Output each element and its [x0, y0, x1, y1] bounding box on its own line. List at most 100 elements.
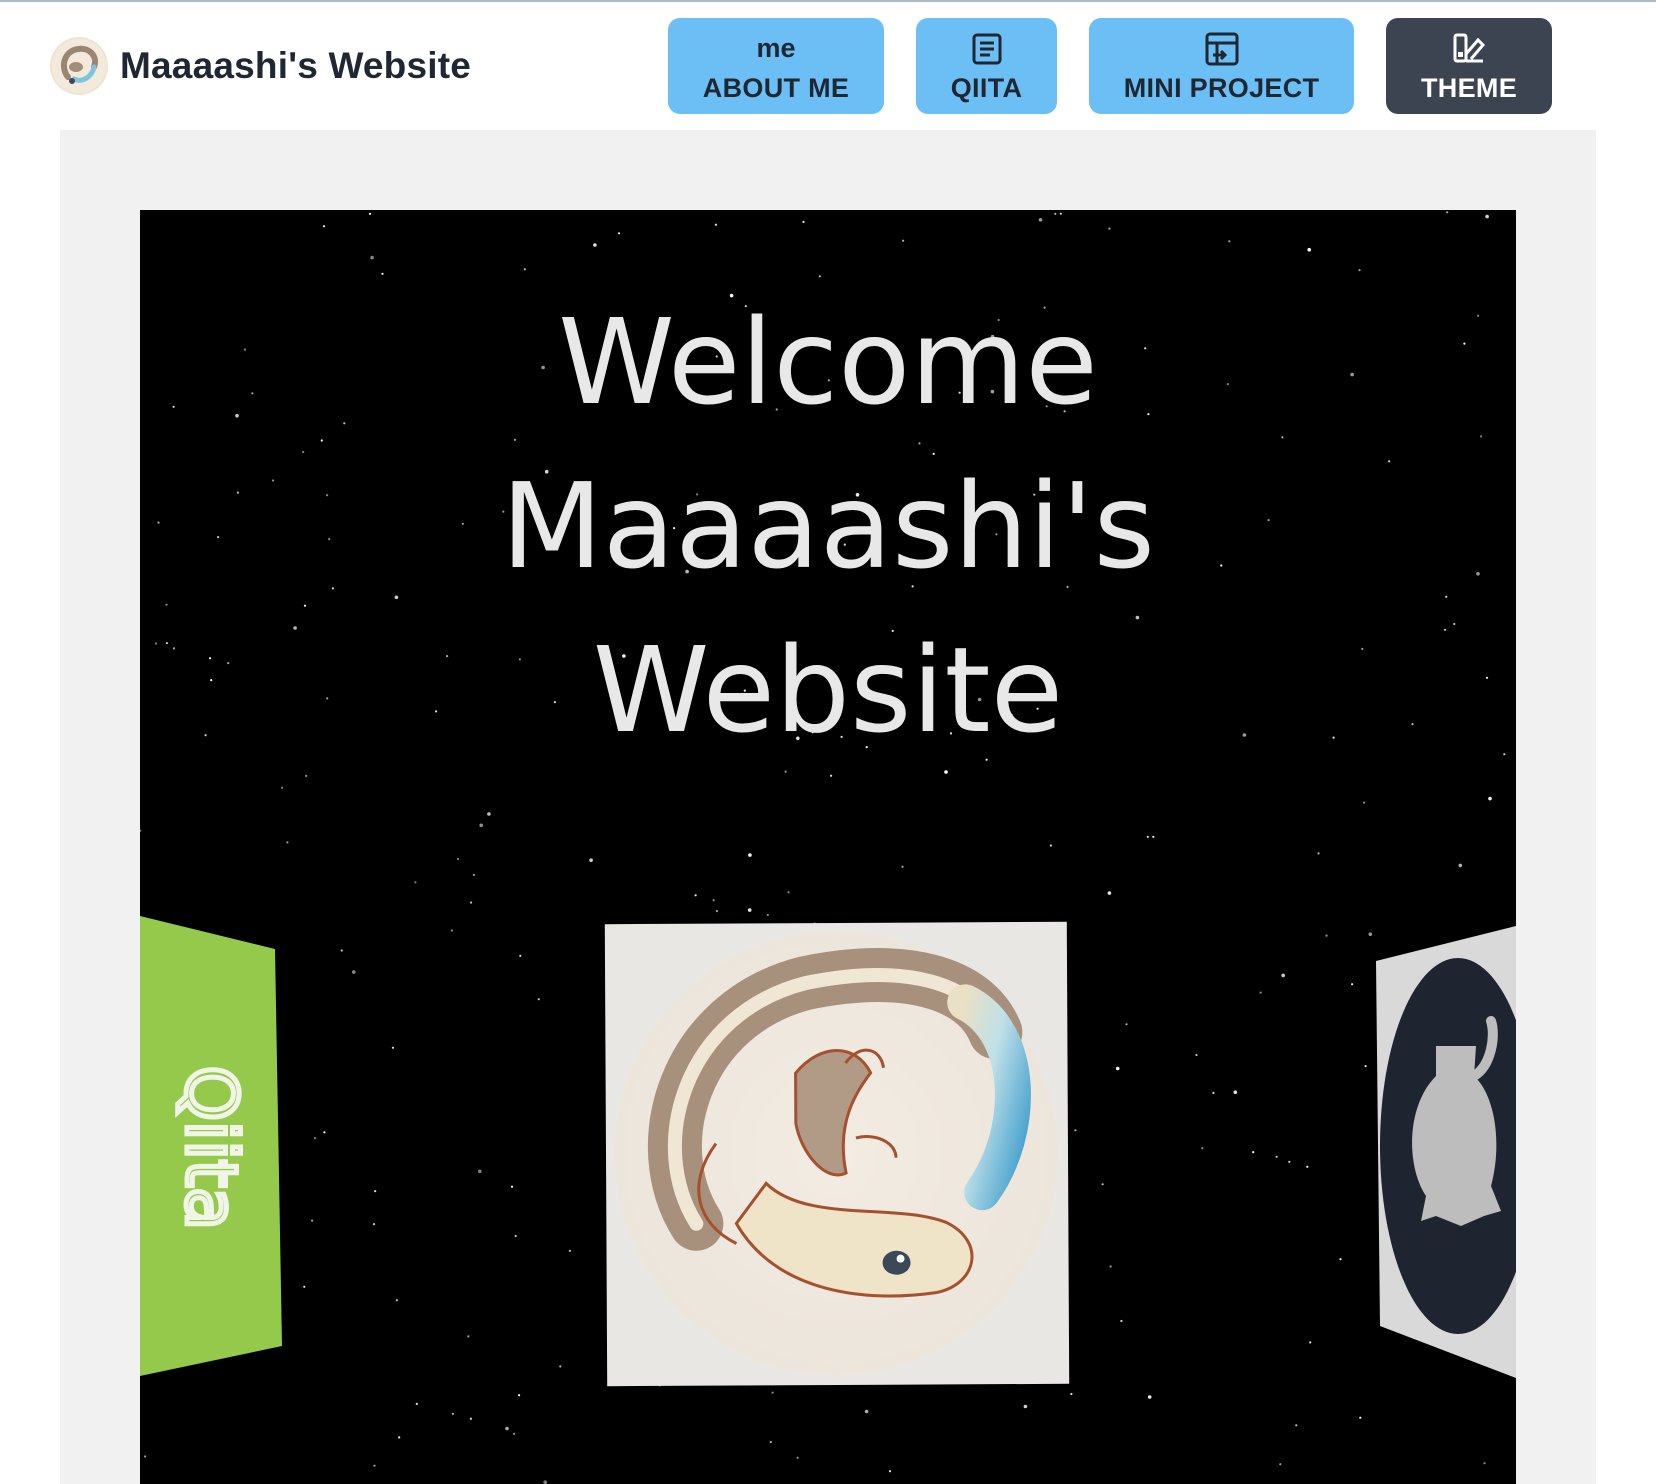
salamander-logo-icon [50, 37, 108, 95]
star [714, 223, 718, 226]
about-me-label: ABOUT ME [702, 72, 850, 103]
star [281, 786, 284, 789]
mini-project-label: MINI PROJECT [1123, 72, 1320, 103]
hero-line-2: Maaaashi's [500, 457, 1155, 595]
star [414, 881, 417, 884]
star [1483, 1462, 1486, 1465]
star [1070, 1392, 1073, 1396]
star [1146, 835, 1149, 839]
star [505, 1426, 509, 1431]
star [1054, 212, 1057, 215]
star [523, 268, 526, 271]
palette-icon [1452, 29, 1486, 69]
star [1023, 1404, 1028, 1409]
star [487, 812, 491, 816]
star [374, 1190, 377, 1193]
qiita-panel-label: Qiita [170, 1066, 252, 1230]
star [1358, 269, 1361, 272]
github-panel[interactable] [1366, 926, 1516, 1378]
star [559, 1365, 562, 1368]
star [514, 1234, 517, 1238]
star [1275, 1155, 1278, 1158]
star [1109, 1265, 1112, 1268]
star [802, 220, 805, 223]
salamander-illustration-icon [613, 931, 1058, 1376]
star [1325, 934, 1328, 937]
star [1339, 1258, 1342, 1261]
star [864, 1409, 869, 1414]
mini-project-button[interactable]: MINI PROJECT [1089, 18, 1354, 114]
star [787, 891, 790, 894]
hero-line-1: Welcome [558, 293, 1098, 431]
about-me-button[interactable]: me ABOUT ME [668, 18, 884, 114]
site-title: Maaaashi's Website [120, 45, 472, 86]
star [140, 829, 142, 832]
star [368, 212, 372, 215]
star [1281, 973, 1285, 978]
star [1212, 1091, 1215, 1094]
star [513, 1432, 516, 1435]
star [322, 225, 326, 228]
star [314, 1137, 317, 1140]
star [381, 272, 384, 275]
star [457, 857, 460, 861]
starfield-scene: Welcome Maaaashi's Website Qiita [140, 210, 1516, 1484]
star [537, 998, 540, 1001]
star [589, 858, 593, 862]
star [766, 913, 769, 917]
star [415, 1402, 418, 1405]
star [715, 910, 719, 913]
star [1309, 1341, 1312, 1344]
star [1147, 1395, 1152, 1399]
star [340, 949, 343, 952]
avatar-panel[interactable] [604, 921, 1070, 1387]
star [286, 841, 289, 844]
star [1363, 801, 1366, 804]
star [1115, 1066, 1120, 1071]
star [518, 1394, 521, 1397]
star [1101, 1183, 1104, 1186]
star [1295, 1424, 1298, 1427]
star [451, 1412, 454, 1415]
star [818, 275, 821, 278]
star [303, 1285, 306, 1288]
star [470, 901, 473, 904]
star [1307, 247, 1311, 252]
star [391, 1046, 395, 1049]
star [450, 929, 453, 932]
star [469, 1417, 472, 1420]
star [1049, 844, 1052, 847]
star [472, 873, 475, 877]
star [479, 823, 484, 828]
star [1359, 1416, 1362, 1419]
theme-button[interactable]: THEME [1386, 18, 1552, 114]
star [1279, 1463, 1282, 1466]
star [519, 954, 522, 957]
star [694, 894, 697, 897]
star [311, 1219, 314, 1222]
star [1059, 212, 1062, 215]
project-icon [1204, 29, 1240, 69]
hero-line-3: Website [592, 621, 1064, 759]
star [1201, 1147, 1204, 1150]
qiita-button[interactable]: QIITA [916, 18, 1057, 114]
star [510, 1185, 514, 1188]
brand[interactable]: Maaaashi's Website [50, 36, 471, 96]
star [771, 1391, 774, 1394]
me-text-icon: me [756, 33, 796, 63]
qiita-panel[interactable]: Qiita [140, 916, 285, 1376]
star [1125, 1023, 1128, 1026]
star [902, 239, 905, 242]
star [1488, 796, 1492, 801]
star [1108, 227, 1111, 230]
star [478, 1169, 482, 1174]
star [1038, 218, 1043, 222]
article-icon [971, 29, 1003, 69]
star [1317, 852, 1320, 855]
qiita-label: QIITA [950, 72, 1023, 103]
site-header: Maaaashi's Website me ABOUT ME QIITA MIN… [0, 2, 1656, 130]
star [1233, 1090, 1238, 1094]
star [901, 865, 904, 868]
star [352, 970, 356, 974]
theme-label: THEME [1421, 72, 1517, 103]
